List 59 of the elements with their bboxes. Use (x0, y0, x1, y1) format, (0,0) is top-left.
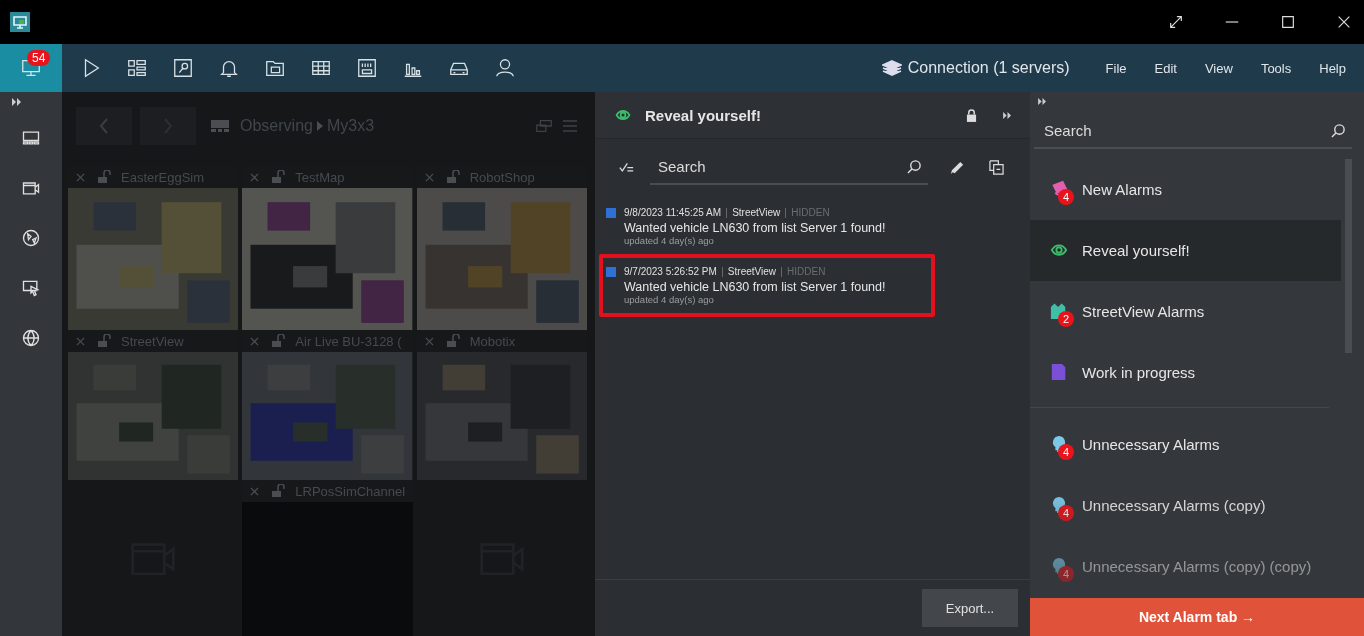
alarm-tab[interactable]: 4 Unnecessary Alarms (1030, 414, 1329, 475)
www-icon[interactable] (21, 328, 41, 348)
chevron-left-icon (99, 118, 109, 134)
globe-icon[interactable] (21, 228, 41, 248)
next-tab-button[interactable]: Next Alarm tab → (1030, 598, 1364, 636)
search-field[interactable]: Search (650, 157, 907, 175)
menu-item[interactable]: Help (1319, 60, 1346, 76)
alarm-tab[interactable]: 4 Unnecessary Alarms (copy) (1030, 475, 1329, 536)
count-badge: 2 (1058, 310, 1074, 327)
count-badge: 4 (1058, 504, 1074, 521)
menu-item[interactable]: File (1105, 60, 1127, 76)
monitor-icon (210, 119, 230, 133)
eye-icon (615, 107, 631, 123)
notes-icon (1050, 362, 1068, 381)
alarm-status: HIDDEN (791, 207, 830, 218)
alarm-tab[interactable]: 4 New Alarms (1030, 159, 1341, 220)
alarm-source: StreetView (727, 266, 777, 277)
expand-icon[interactable] (1168, 14, 1184, 30)
expand-icon[interactable] (1038, 98, 1047, 105)
copy-icon[interactable] (989, 159, 1004, 175)
menu-item[interactable]: Edit (1154, 60, 1177, 76)
padlock-icon[interactable] (966, 108, 977, 122)
alarm-message[interactable]: Wanted vehicle LN630 from list Server 1 found! (624, 280, 931, 294)
menu-item[interactable]: Tools (1260, 60, 1292, 76)
map-icon (172, 57, 194, 79)
alarm-time: 9/8/2023 11:45:25 AM (624, 207, 722, 218)
alarm-message[interactable]: Wanted vehicle LN630 from list Server 1 found! (624, 221, 931, 235)
alarm-tab[interactable]: Work in progress (1030, 342, 1341, 403)
search-icon[interactable] (907, 158, 922, 174)
expand-icon[interactable] (12, 98, 22, 106)
connection-status[interactable]: Connection (1 servers) (907, 59, 1070, 77)
panel-icon (356, 57, 378, 79)
panel-title: Reveal yourself! (645, 106, 761, 124)
cursor-icon[interactable] (21, 278, 41, 298)
count-badge: 4 (1058, 443, 1074, 460)
alarm-tab[interactable]: 2 StreetView Alarms (1030, 281, 1341, 342)
caret-icon (316, 121, 323, 131)
alarm-updated: updated 4 day(s) ago (624, 294, 715, 305)
grid-icon (126, 57, 148, 79)
app-icon (10, 12, 30, 32)
export-button[interactable]: Export... (922, 589, 1018, 627)
alarm-time: 9/7/2023 5:26:52 PM (624, 266, 717, 277)
layers-icon (881, 60, 902, 76)
search-field[interactable]: Search (1034, 121, 1331, 139)
user-icon (494, 57, 516, 79)
menu-item[interactable]: View (1204, 60, 1233, 76)
maximize-icon[interactable] (1280, 14, 1296, 30)
alarm-status: HIDDEN (787, 266, 826, 277)
search-icon[interactable] (1331, 122, 1346, 138)
alarm-updated: updated 4 day(s) ago (624, 235, 715, 246)
pencil-icon[interactable] (950, 159, 965, 175)
alarm-source: StreetView (732, 207, 781, 218)
expand-icon[interactable] (1003, 111, 1012, 119)
alarm-tab[interactable]: 4 Unnecessary Alarms (copy) (copy) (1030, 536, 1329, 597)
count-badge: 4 (1058, 565, 1074, 582)
toolbar-button[interactable]: 54 (0, 44, 62, 92)
notification-badge: 54 (27, 50, 51, 66)
close-icon[interactable] (1336, 14, 1352, 30)
alarm-tab[interactable]: Reveal yourself! (1030, 220, 1341, 281)
